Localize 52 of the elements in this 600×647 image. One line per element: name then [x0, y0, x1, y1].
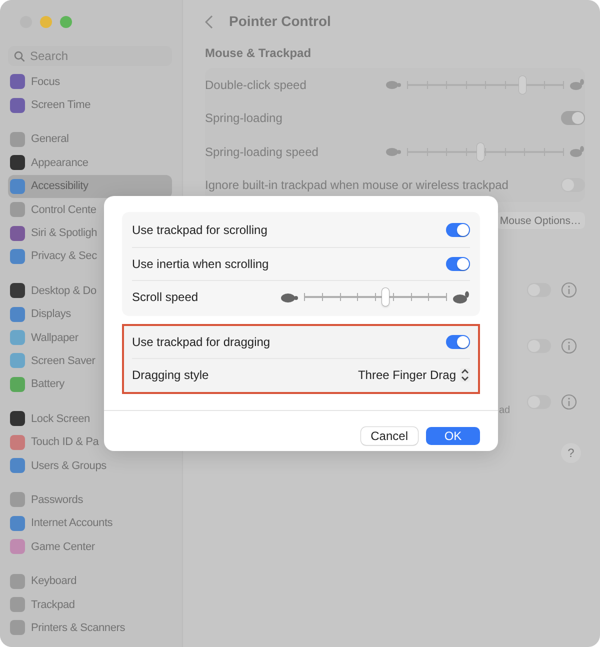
cancel-button[interactable]: Cancel	[360, 426, 418, 444]
setting-label: Use inertia when scrolling	[132, 256, 269, 271]
toggle-switch[interactable]	[446, 256, 470, 271]
sidebar-item[interactable]: Lock Screen	[8, 407, 172, 430]
setting-label: Dragging style	[132, 368, 209, 382]
search-field[interactable]: Search	[8, 46, 172, 66]
sidebar-item[interactable]: Keyboard	[8, 569, 172, 593]
sidebar-item[interactable]: General	[8, 128, 172, 152]
help-button[interactable]: ?	[561, 443, 581, 463]
slider-track[interactable]	[407, 76, 563, 94]
sidebar-item[interactable]: Accessibility	[8, 174, 172, 198]
sidebar-item[interactable]: Game Center	[8, 535, 172, 558]
slider-track[interactable]	[304, 288, 446, 306]
info-icon[interactable]	[561, 394, 577, 410]
sidebar-item[interactable]: Touch ID & Pa	[8, 430, 172, 454]
up-down-chevron-icon	[460, 368, 470, 382]
toggle-switch[interactable]	[561, 111, 585, 126]
setting-label: Use trackpad for scrolling	[132, 223, 268, 238]
back-icon[interactable]	[205, 14, 213, 28]
dragging-style-popup[interactable]: Three Finger Drag	[358, 368, 470, 382]
setting-label: Scroll speed	[132, 290, 198, 304]
info-icon[interactable]	[561, 338, 577, 354]
sidebar-item[interactable]: Printers & Scanners	[8, 616, 172, 640]
toggle-switch[interactable]	[446, 334, 470, 349]
setting-label: Ignore built-in trackpad when mouse or wireless trackpad	[205, 178, 508, 192]
setting-label: Spring-loading speed	[205, 144, 318, 159]
search-icon	[14, 51, 25, 62]
zoom-button[interactable]	[60, 16, 72, 28]
sidebar-item[interactable]: Users & Groups	[8, 454, 172, 478]
sidebar-item[interactable]: Trackpad	[8, 592, 172, 616]
mouse-options-button[interactable]: Mouse Options…	[496, 212, 585, 229]
page-title: Pointer Control	[229, 13, 331, 29]
setting-label: Double-click speed	[205, 78, 306, 92]
sidebar-item[interactable]: Displays	[8, 302, 172, 326]
toggle-switch[interactable]	[446, 223, 470, 238]
setting-label: Use trackpad for dragging	[132, 334, 270, 349]
minimize-button[interactable]	[40, 16, 52, 28]
ok-button[interactable]: OK	[426, 426, 480, 444]
setting-label: ad	[499, 405, 510, 416]
slider-thumb[interactable]	[519, 76, 526, 94]
sidebar-item[interactable]: Appearance	[8, 151, 172, 175]
sidebar-item[interactable]: Focus	[8, 70, 172, 94]
info-icon[interactable]	[561, 282, 577, 298]
section-title: Mouse & Trackpad	[205, 46, 312, 60]
sidebar-item[interactable]: Passwords	[8, 488, 172, 512]
slider-thumb[interactable]	[382, 288, 389, 306]
sidebar-item[interactable]: Control Cente	[8, 198, 172, 222]
slider-track[interactable]	[407, 142, 563, 161]
setting-label: Spring-loading	[205, 111, 282, 126]
slider-thumb[interactable]	[477, 142, 484, 161]
sidebar-item[interactable]: Internet Accounts	[8, 512, 172, 536]
sidebar-item[interactable]: Screen Time	[8, 93, 172, 117]
